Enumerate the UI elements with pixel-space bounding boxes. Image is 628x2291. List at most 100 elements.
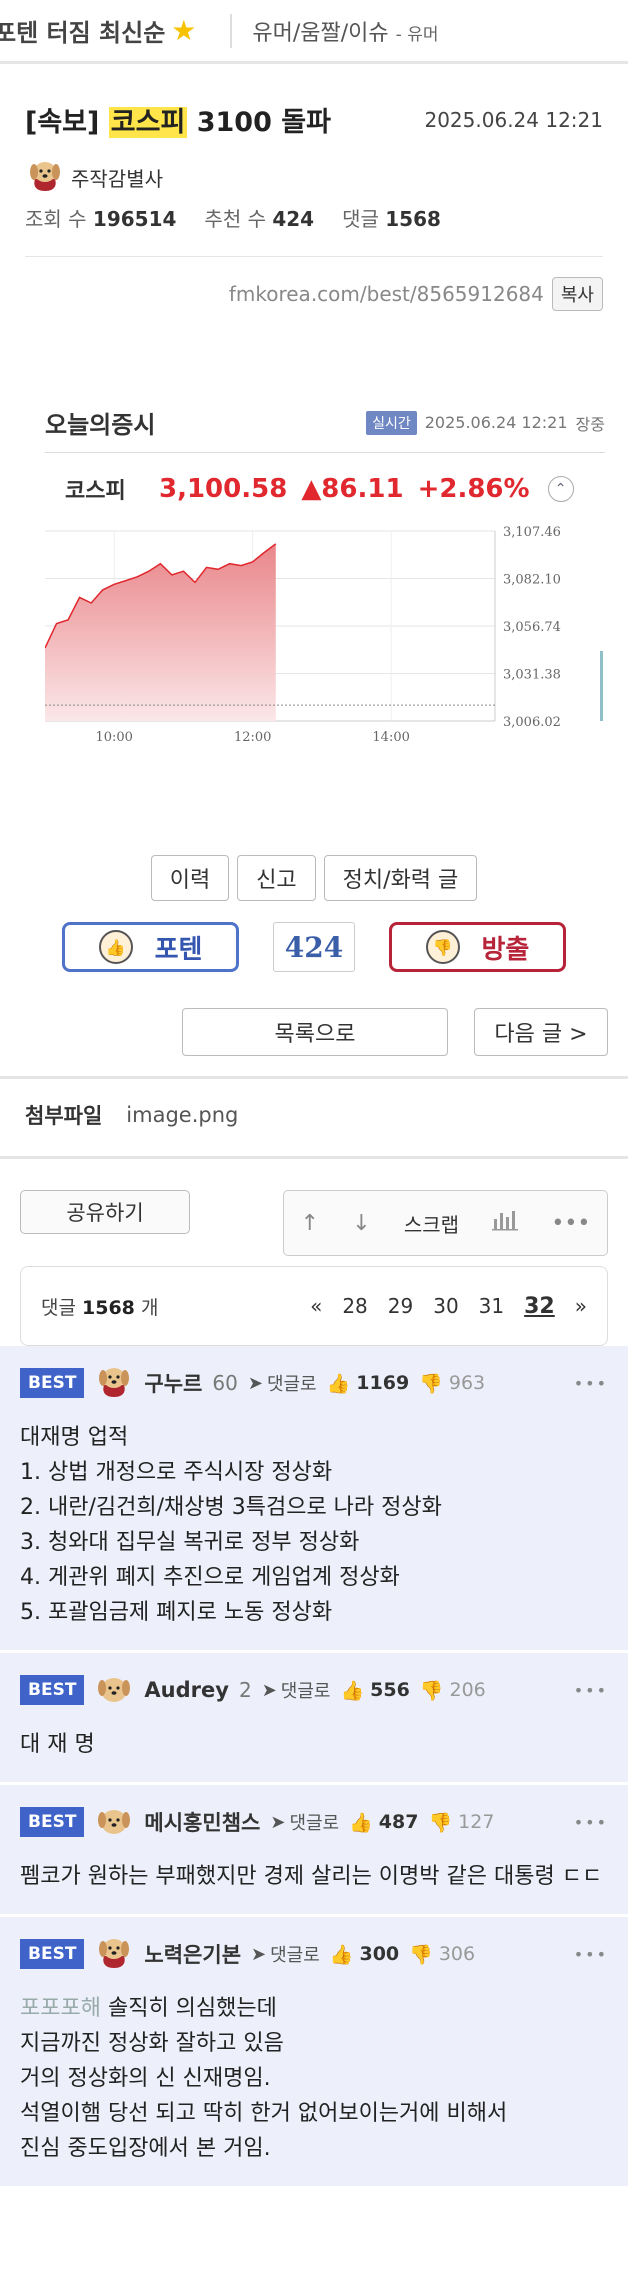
subcategory-label: - 유머: [395, 24, 439, 45]
downvote-count: 306: [438, 1943, 476, 1965]
downvote-count: 963: [448, 1372, 486, 1394]
avatar: [98, 1678, 131, 1702]
comment-author[interactable]: 메시홍민챔스: [144, 1807, 260, 1837]
reply-label: 댓글로: [289, 1813, 340, 1834]
next-post-button[interactable]: 다음 글 >: [474, 1008, 608, 1056]
vote-down-button[interactable]: 👎 방출: [388, 922, 567, 972]
avatar: [99, 1368, 130, 1397]
vote-up-button[interactable]: 👍 포텐: [62, 922, 240, 972]
comment-upvote[interactable]: 👍 1169: [327, 1372, 410, 1395]
more-icon[interactable]: •••: [574, 1374, 608, 1393]
page-link[interactable]: 31: [479, 1294, 504, 1318]
attachments: 첨부파일 image.png: [25, 1100, 238, 1130]
best-badge: BEST: [20, 1368, 85, 1398]
attachments-label: 첨부파일: [25, 1104, 103, 1128]
title-rest: 3100 돌파: [196, 107, 331, 138]
article-url[interactable]: fmkorea.com/best/8565912684: [229, 282, 544, 306]
author-name: 주작감별사: [71, 166, 163, 191]
comment-upvote[interactable]: 👍 487: [349, 1811, 418, 1834]
sort-selector[interactable]: 포텐 터짐 최신순 ★: [0, 13, 196, 48]
page-link[interactable]: 28: [342, 1294, 367, 1318]
comment-author[interactable]: 노력은기본: [144, 1939, 241, 1969]
comment-level: 2: [238, 1678, 252, 1702]
upvote-count: 556: [370, 1679, 410, 1701]
vote-down-label: 방출: [481, 934, 530, 965]
comment-downvote[interactable]: 👎 206: [420, 1679, 486, 1702]
comment-item: BEST 메시홍민챔스 ➤ 댓글로 👍 487 👎 127 ••• 펨코가 원하는 부…: [0, 1785, 628, 1917]
comment-item: BEST 구누르 60 ➤ 댓글로 👍 1169 👎 963 ••• 대재명 업적 1…: [0, 1346, 628, 1653]
copy-url-button[interactable]: 복사: [551, 277, 603, 311]
category-label: 유머/움짤/이슈: [252, 20, 389, 46]
more-icon[interactable]: •••: [551, 1211, 590, 1236]
comment-item: BEST Audrey 2 ➤ 댓글로 👍 556 👎 206 ••• 대 재 명: [0, 1653, 628, 1785]
x-tick-label: 14:00: [372, 730, 409, 745]
comment-downvote[interactable]: 👎 306: [409, 1943, 475, 1966]
current-page[interactable]: 32: [524, 1294, 555, 1319]
first-page-button[interactable]: «: [310, 1294, 322, 1318]
reply-button[interactable]: ➤ 댓글로: [270, 1809, 339, 1835]
index-chart: 3,107.46 3,082.10 3,056.74 3,031.38 3,006.02…: [45, 525, 603, 745]
chevron-up-icon[interactable]: ⌃: [547, 476, 574, 502]
bar-chart-icon[interactable]: [492, 1209, 519, 1237]
live-badge: 실시간: [366, 410, 417, 435]
title-prefix: [속보]: [25, 107, 100, 138]
share-button[interactable]: 공유하기: [20, 1190, 190, 1234]
thumbs-down-face-icon: 👎: [425, 930, 460, 964]
comment-body: 대 재 명: [20, 1732, 95, 1757]
reply-button[interactable]: ➤ 댓글로: [262, 1677, 331, 1703]
page-links: « 28 29 30 31 32 »: [310, 1294, 587, 1319]
arrow-up-icon[interactable]: ↑: [301, 1211, 319, 1236]
more-icon[interactable]: •••: [574, 1681, 608, 1700]
next-page-button[interactable]: »: [575, 1294, 587, 1318]
avatar: [98, 1810, 131, 1834]
article-stats: 조회 수 196514 추천 수 424 댓글 1568: [25, 203, 603, 232]
comment-item: BEST 노력은기본 ➤ 댓글로 👍 300 👎 306 ••• 포포포해 솔직히 의…: [0, 1917, 628, 2189]
reply-button[interactable]: ➤ 댓글로: [251, 1941, 320, 1967]
comments-count: 1568: [385, 207, 441, 231]
post-tools: ↑ ↓ 스크랩 •••: [283, 1190, 608, 1256]
page-link[interactable]: 30: [433, 1294, 458, 1318]
reply-icon: ➤: [270, 1811, 286, 1833]
arrow-down-icon[interactable]: ↓: [352, 1211, 370, 1236]
report-button[interactable]: 신고: [237, 855, 316, 901]
comments-label: 댓글: [342, 207, 379, 231]
political-post-button[interactable]: 정치/화력 글: [323, 855, 478, 901]
reply-label: 댓글로: [280, 1681, 331, 1702]
article-date: 2025.06.24 12:21: [424, 107, 603, 132]
list-button[interactable]: 목록으로: [182, 1008, 448, 1056]
y-tick-label: 3,107.46: [503, 525, 561, 540]
comment-author[interactable]: 구누르: [144, 1368, 202, 1398]
more-icon[interactable]: •••: [574, 1813, 608, 1832]
history-button[interactable]: 이력: [150, 855, 230, 901]
divider: [45, 452, 605, 453]
muted-text: 포포포해: [20, 1996, 101, 2021]
best-badge: BEST: [20, 1939, 85, 1969]
upvote-count: 487: [378, 1811, 419, 1833]
comment-author[interactable]: Audrey: [144, 1678, 229, 1702]
thumbs-down-icon: 👎: [428, 1811, 453, 1834]
reply-button[interactable]: ➤ 댓글로: [248, 1370, 317, 1396]
page-link[interactable]: 29: [388, 1294, 413, 1318]
comment-upvote[interactable]: 👍 300: [330, 1943, 399, 1966]
more-icon[interactable]: •••: [574, 1945, 608, 1964]
comment-downvote[interactable]: 👎 963: [419, 1372, 485, 1395]
comment-body: 대재명 업적 1. 상법 개정으로 주식시장 정상화 2. 내란/김건희/채상병…: [20, 1425, 442, 1625]
index-name: 코스피: [65, 479, 126, 504]
comment-upvote[interactable]: 👍 556: [340, 1679, 409, 1702]
author-row[interactable]: 주작감별사: [25, 157, 603, 197]
title-highlight: 코스피: [108, 107, 188, 138]
reply-icon: ➤: [247, 1372, 263, 1394]
comment-pager: 댓글 1568 개 « 28 29 30 31 32 »: [20, 1266, 608, 1346]
stock-widget: 오늘의증시 실시간 2025.06.24 12:21 장중 코스피 3,100.…: [45, 405, 605, 765]
page: { "topbar": { "sort_label": "포텐 터짐 최신순",…: [0, 0, 628, 2291]
y-tick-label: 3,031.38: [503, 668, 561, 683]
thumbs-up-face-icon: 👍: [98, 930, 133, 964]
recommend-label: 추천 수: [204, 207, 266, 231]
comment-downvote[interactable]: 👎 127: [428, 1811, 494, 1834]
volume-bar: [600, 651, 603, 721]
attachment-file[interactable]: image.png: [126, 1103, 238, 1127]
index-price: 3,100.58: [159, 474, 288, 504]
category-breadcrumb[interactable]: 유머/움짤/이슈 - 유머: [252, 15, 438, 47]
scrap-button[interactable]: 스크랩: [404, 1209, 459, 1238]
top-bar: 포텐 터짐 최신순 ★ 유머/움짤/이슈 - 유머: [0, 0, 628, 64]
